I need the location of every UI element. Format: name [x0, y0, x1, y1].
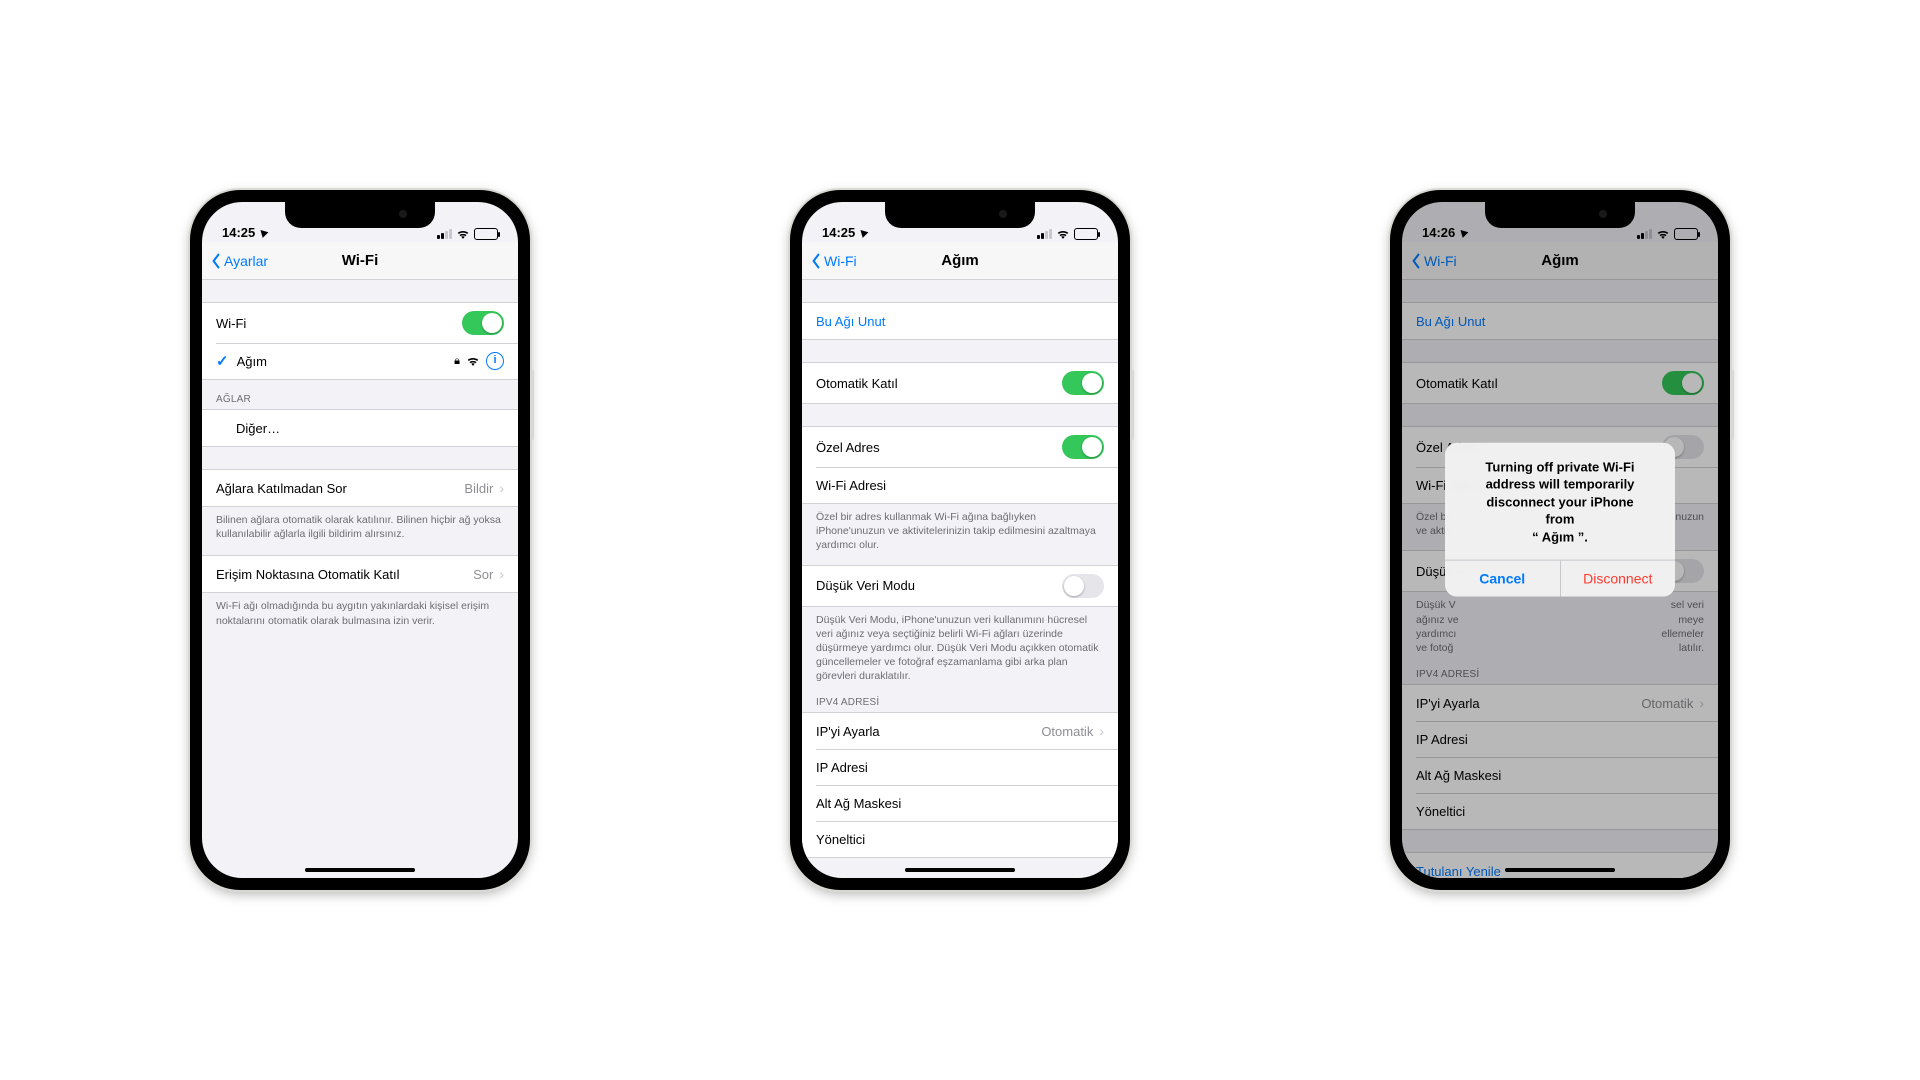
- wifi-address-label: Wi-Fi Adresi: [816, 478, 886, 493]
- ip-address-label: IP Adresi: [816, 760, 868, 775]
- ask-to-join-value: Bildir: [464, 481, 493, 496]
- location-icon: [858, 227, 869, 238]
- ip-address-row: IP Adresi: [802, 749, 1118, 785]
- alert-cancel-button[interactable]: Cancel: [1445, 561, 1560, 597]
- alert-dialog: Turning off private Wi-Fi address will t…: [1445, 442, 1675, 597]
- lock-icon: 🔒︎: [454, 355, 460, 368]
- private-address-footer: Özel bir adres kullanmak Wi-Fi ağına bağ…: [802, 504, 1118, 553]
- phone-1: 14:25 Ayarlar Wi-Fi: [190, 190, 530, 890]
- low-data-row: Düşük Veri Modu: [802, 566, 1118, 606]
- status-time: 14:25: [222, 225, 255, 240]
- notch: [285, 202, 435, 228]
- wifi-label: Wi-Fi: [216, 316, 246, 331]
- home-indicator[interactable]: [305, 868, 415, 872]
- back-label: Wi-Fi: [824, 253, 857, 269]
- wifi-master-row: Wi-Fi: [202, 303, 518, 343]
- chevron-right-icon: ›: [499, 566, 504, 582]
- location-icon: [258, 227, 269, 238]
- ipv4-header: IPV4 ADRESİ: [802, 683, 1118, 712]
- other-label: Diğer…: [236, 421, 280, 436]
- back-button[interactable]: Wi-Fi: [810, 253, 857, 269]
- info-icon[interactable]: i: [486, 352, 504, 370]
- battery-icon: [1074, 228, 1098, 240]
- network-name: Ağım: [237, 354, 267, 369]
- navigation-bar: Ayarlar Wi-Fi: [202, 242, 518, 280]
- wifi-status-icon: [1056, 229, 1070, 240]
- wifi-address-row: Wi-Fi Adresi: [802, 467, 1118, 503]
- cellular-signal-icon: [1037, 229, 1052, 239]
- wifi-signal-icon: [466, 356, 480, 367]
- auto-join-label: Otomatik Katıl: [816, 376, 898, 391]
- configure-ip-row[interactable]: IP'yi Ayarla Otomatik ›: [802, 713, 1118, 749]
- low-data-label: Düşük Veri Modu: [816, 578, 915, 593]
- checkmark-icon: ✓: [216, 352, 229, 370]
- connected-network-row[interactable]: ✓ Ağım 🔒︎ i: [202, 343, 518, 379]
- navigation-bar: Wi-Fi Ağım: [802, 242, 1118, 280]
- private-address-label: Özel Adres: [816, 440, 880, 455]
- alert-message: Turning off private Wi-Fi address will t…: [1445, 442, 1675, 560]
- alert-disconnect-button[interactable]: Disconnect: [1560, 561, 1676, 597]
- phone-3: 14:26 Wi-Fi Ağım: [1390, 190, 1730, 890]
- auto-join-row: Otomatik Katıl: [802, 363, 1118, 403]
- networks-header: AĞLAR: [202, 380, 518, 409]
- back-label: Ayarlar: [224, 253, 268, 269]
- configure-ip-value: Otomatik: [1041, 724, 1093, 739]
- router-row: Yöneltici: [802, 821, 1118, 857]
- ask-to-join-footer: Bilinen ağlara otomatik olarak katılınır…: [202, 507, 518, 541]
- auto-hotspot-footer: Wi-Fi ağı olmadığında bu aygıtın yakınla…: [202, 593, 518, 627]
- low-data-footer: Düşük Veri Modu, iPhone'unuzun veri kull…: [802, 607, 1118, 684]
- chevron-left-icon: [810, 253, 822, 269]
- auto-hotspot-value: Sor: [473, 567, 493, 582]
- private-address-toggle[interactable]: [1062, 435, 1104, 459]
- subnet-row: Alt Ağ Maskesi: [802, 785, 1118, 821]
- router-label: Yöneltici: [816, 832, 865, 847]
- notch: [1485, 202, 1635, 228]
- wifi-toggle[interactable]: [462, 311, 504, 335]
- chevron-left-icon: [210, 253, 222, 269]
- battery-icon: [474, 228, 498, 240]
- auto-hotspot-label: Erişim Noktasına Otomatik Katıl: [216, 567, 400, 582]
- auto-join-toggle[interactable]: [1062, 371, 1104, 395]
- forget-label: Bu Ağı Unut: [816, 314, 885, 329]
- phone-2: 14:25 Wi-Fi Ağım: [790, 190, 1130, 890]
- subnet-label: Alt Ağ Maskesi: [816, 796, 901, 811]
- forget-network-row[interactable]: Bu Ağı Unut: [802, 303, 1118, 339]
- wifi-status-icon: [456, 229, 470, 240]
- low-data-toggle[interactable]: [1062, 574, 1104, 598]
- ask-to-join-label: Ağlara Katılmadan Sor: [216, 481, 347, 496]
- other-network-row[interactable]: Diğer…: [202, 410, 518, 446]
- back-button[interactable]: Ayarlar: [210, 253, 268, 269]
- cellular-signal-icon: [437, 229, 452, 239]
- configure-ip-label: IP'yi Ayarla: [816, 724, 880, 739]
- auto-hotspot-row[interactable]: Erişim Noktasına Otomatik Katıl Sor ›: [202, 556, 518, 592]
- private-address-row: Özel Adres: [802, 427, 1118, 467]
- status-time: 14:25: [822, 225, 855, 240]
- home-indicator[interactable]: [905, 868, 1015, 872]
- notch: [885, 202, 1035, 228]
- chevron-right-icon: ›: [499, 480, 504, 496]
- ask-to-join-row[interactable]: Ağlara Katılmadan Sor Bildir ›: [202, 470, 518, 506]
- chevron-right-icon: ›: [1099, 723, 1104, 739]
